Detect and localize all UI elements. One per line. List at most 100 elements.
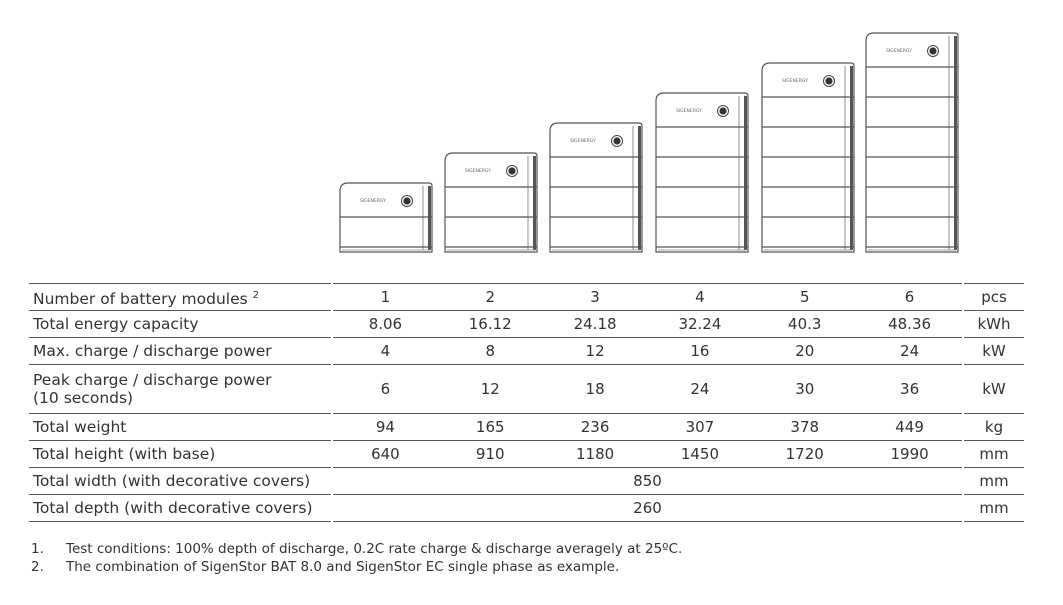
battery-housing [444,152,538,253]
cell-value: 1450 [680,445,719,463]
cell-value: 1720 [785,445,824,463]
cell-value: 16.12 [468,315,512,333]
row-label-text: Total depth (with decorative covers) [33,499,313,517]
row-label: Peak charge / discharge power (10 seconds… [29,364,331,413]
cell-value: 910 [475,445,505,463]
cell-value: 32.24 [678,315,722,333]
footnote-text: The combination of SigenStor BAT 8.0 and… [66,559,620,575]
table-row: Total energy capacity 8.06 16.12 24.18 32.24… [29,310,1024,337]
row-values: 4 8 12 16 20 24 [333,337,962,364]
cell-value: 4 [380,342,391,360]
row-label-text: Total height (with base) [33,445,216,463]
table-row: Max. charge / discharge power 4 8 12 16 20 24 k… [29,337,1024,364]
brand-logo: SIGENERGY [676,108,702,114]
row-unit: mm [964,440,1024,467]
cell-value: 378 [790,418,820,436]
row-values: 6 12 18 24 30 36 [333,364,962,413]
cell-value: 20 [795,342,815,360]
table-row: Number of battery modules 2 1 2 3 4 5 6 pcs [29,283,1024,310]
cell-value: 165 [475,418,505,436]
side-cover [954,36,957,250]
cell-value: 236 [580,418,610,436]
footnote-text: Test conditions: 100% depth of discharge… [66,541,683,557]
row-label: Total width (with decorative covers) [29,467,331,494]
cell-value: 640 [371,445,400,463]
row-unit: kW [964,364,1024,413]
footnote-number: 2. [31,559,44,575]
row-unit: kWh [964,310,1024,337]
cell-value: 12 [480,380,500,398]
footnote: 1. Test conditions: 100% depth of dischar… [31,540,682,558]
cell-value: 24 [900,342,920,360]
cell-value: 12 [585,342,605,360]
row-values: 260 [333,494,962,522]
battery-stack-illustration: SIGENERGY SIGENERGY SIGENERGY SIGENERGY SIGE… [339,32,959,253]
brand-logo: SIGENERGY [886,48,912,54]
row-label-text: Peak charge / discharge power [33,371,272,389]
battery-stack: SIGENERGY [549,122,643,253]
row-values: 850 [333,467,962,494]
row-label-text: Total width (with decorative covers) [33,472,311,490]
row-label-text: Number of battery modules [33,289,248,308]
cell-value: 6 [380,380,391,398]
row-values: 640 910 1180 1450 1720 1990 [333,440,962,467]
cell-value: 3 [590,288,600,306]
row-label-text: Max. charge / discharge power [33,342,272,360]
cell-value: 1180 [575,445,615,463]
footnote: 2. The combination of SigenStor BAT 8.0 a… [31,558,682,576]
cell-value: 30 [795,380,815,398]
cell-value: 1990 [890,445,929,463]
row-unit: kW [964,337,1024,364]
row-values: 8.06 16.12 24.18 32.24 40.3 48.36 [333,310,962,337]
cell-value: 307 [685,418,715,436]
cell-value: 8 [485,342,496,360]
row-unit: mm [964,494,1024,522]
footnote-ref: 2 [252,289,260,301]
table-row: Total height (with base) 640 910 1180 1450 17… [29,440,1024,467]
cell-value: 16 [690,342,710,360]
cell-value: 24 [690,380,710,398]
row-label: Total energy capacity [29,310,331,337]
battery-stack: SIGENERGY [655,92,749,253]
cell-value: 5 [799,288,810,306]
row-label: Max. charge / discharge power [29,337,331,364]
battery-stack: SIGENERGY [865,32,959,253]
brand-logo: SIGENERGY [782,78,808,84]
battery-housing [655,92,749,253]
row-label-text: Total weight [33,418,127,436]
cell-value: 2 [485,288,496,306]
side-cover [850,66,853,250]
cell-value: 94 [375,418,395,436]
row-label: Number of battery modules 2 [29,283,331,310]
table-row: Total depth (with decorative covers) 260 m… [29,494,1024,522]
table-row: Total width (with decorative covers) 850 m… [29,467,1024,494]
row-unit: kg [964,413,1024,440]
footnotes: 1. Test conditions: 100% depth of dischar… [31,540,682,576]
row-label: Total weight [29,413,331,440]
row-label: Total depth (with decorative covers) [29,494,331,522]
battery-stack: SIGENERGY [444,152,538,253]
brand-logo: SIGENERGY [465,168,491,174]
row-label: Total height (with base) [29,440,331,467]
brand-logo: SIGENERGY [360,198,386,204]
cell-value: 36 [900,380,920,398]
spec-table: Number of battery modules 2 1 2 3 4 5 6 pcs Tota… [29,283,1024,522]
side-cover [428,186,431,250]
row-unit: pcs [964,283,1024,310]
cell-value: 850 [633,472,662,490]
battery-housing [865,32,959,253]
row-values: 1 2 3 4 5 6 [333,283,962,310]
side-cover [744,96,747,250]
cell-value: 40.3 [788,315,822,333]
row-unit: mm [964,467,1024,494]
cell-value: 18 [585,380,605,398]
brand-logo: SIGENERGY [570,138,596,144]
cell-value: 260 [633,499,662,517]
cell-value: 449 [895,418,924,436]
battery-stack: SIGENERGY [339,182,433,253]
cell-value: 8.06 [368,315,403,333]
table-row: Total weight 94 165 236 307 378 449 kg [29,413,1024,440]
cell-value: 48.36 [888,315,932,333]
cell-value: 1 [380,288,391,306]
side-cover [533,156,536,250]
